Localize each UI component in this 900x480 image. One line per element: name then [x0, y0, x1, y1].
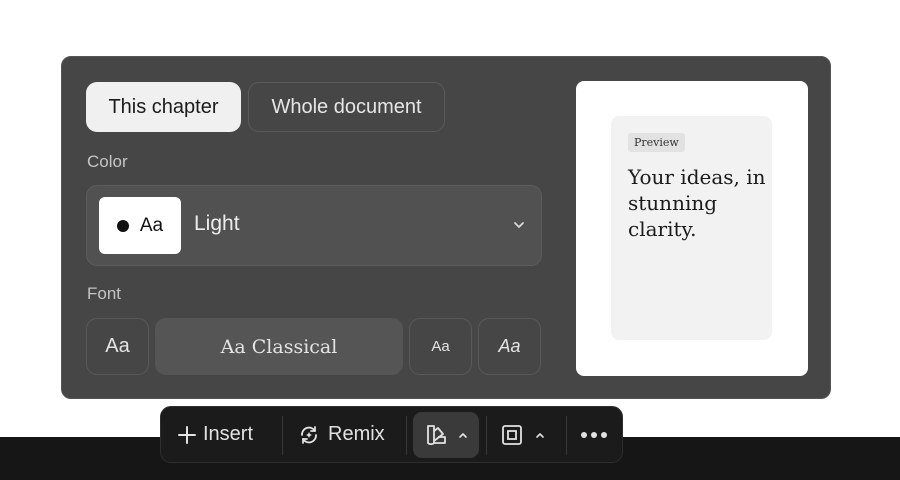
tab-whole-document[interactable]: Whole document [248, 82, 445, 132]
font-option-small[interactable]: Aa [409, 318, 472, 375]
font-option-classical[interactable]: Aa Classical [155, 318, 403, 375]
caret-up-icon [536, 432, 544, 438]
toolbar-divider [406, 416, 407, 455]
paint-swatch-icon [427, 425, 446, 445]
color-selected-value: Light [194, 212, 240, 235]
dot-icon [116, 219, 129, 232]
theme-style-button[interactable] [413, 412, 479, 458]
font-option-handwritten[interactable]: Aa [478, 318, 541, 375]
toolbar-divider [486, 416, 487, 455]
theme-preview-card: Preview Your ideas, in stunning clarity. [611, 116, 772, 340]
preview-sample-text: Your ideas, in stunning clarity. [628, 165, 766, 241]
remix-button[interactable]: Remix [298, 407, 385, 462]
tab-this-chapter[interactable]: This chapter [86, 82, 241, 132]
bottom-toolbar: Insert Remix [160, 406, 623, 463]
color-section-label: Color [87, 152, 128, 171]
theme-preview-frame: Preview Your ideas, in stunning clarity. [576, 81, 808, 376]
toolbar-divider [282, 416, 283, 455]
swatch-sample-text: Aa [139, 214, 164, 236]
color-theme-dropdown[interactable]: Aa Light [86, 185, 542, 266]
layout-frame-button[interactable] [501, 407, 545, 462]
more-dots-icon [581, 431, 607, 438]
chevron-down-icon [514, 222, 524, 228]
remix-label: Remix [328, 423, 385, 445]
theme-panel: This chapter Whole document Color Aa Lig… [61, 56, 831, 399]
font-option-sans[interactable]: Aa [86, 318, 149, 375]
insert-button[interactable]: Insert [177, 407, 253, 462]
preview-badge: Preview [628, 133, 685, 152]
toolbar-divider [566, 416, 567, 455]
caret-up-icon [459, 433, 467, 438]
remix-sparkle-icon [301, 425, 317, 444]
color-swatch-preview: Aa [99, 197, 181, 254]
plus-icon [178, 425, 196, 444]
insert-label: Insert [203, 423, 254, 445]
more-options-button[interactable] [581, 407, 607, 462]
frame-icon [502, 424, 522, 445]
font-section-label: Font [87, 284, 122, 303]
